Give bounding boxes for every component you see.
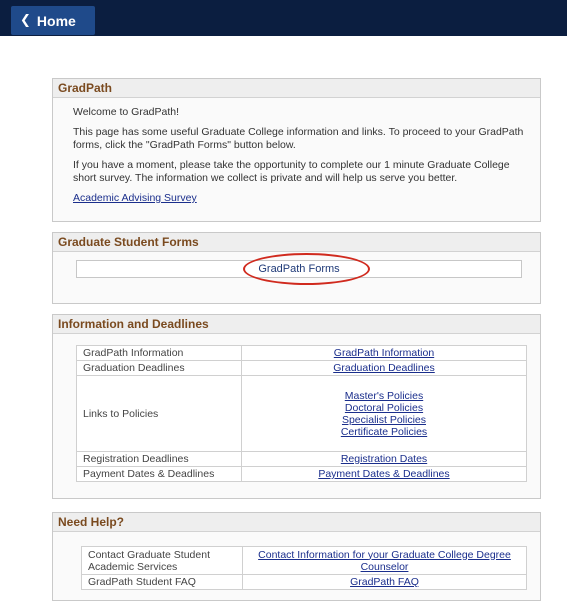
row-label-payment-dates-deadlines: Payment Dates & Deadlines: [76, 466, 242, 482]
information-deadlines-table: GradPath Information GradPath Informatio…: [76, 345, 527, 482]
doctoral-policies-link[interactable]: Doctoral Policies: [345, 402, 423, 414]
gradpath-faq-link[interactable]: GradPath FAQ: [350, 576, 419, 588]
row-label-graduation-deadlines: Graduation Deadlines: [76, 360, 242, 376]
table-row: Contact Graduate Student Academic Servic…: [81, 546, 527, 575]
information-deadlines-section: Information and Deadlines GradPath Infor…: [52, 314, 541, 499]
table-row: Graduation Deadlines Graduation Deadline…: [76, 360, 527, 376]
table-row: Registration Deadlines Registration Date…: [76, 451, 527, 467]
gradpath-section-title: GradPath: [53, 79, 540, 98]
row-label-student-faq: GradPath Student FAQ: [81, 574, 243, 590]
gradpath-section-body: Welcome to GradPath! This page has some …: [53, 98, 540, 205]
row-label-gradpath-information: GradPath Information: [76, 345, 242, 361]
gradpath-section: GradPath Welcome to GradPath! This page …: [52, 78, 541, 222]
payment-dates-deadlines-link[interactable]: Payment Dates & Deadlines: [318, 468, 449, 480]
welcome-text: Welcome to GradPath!: [73, 106, 180, 118]
specialist-policies-link[interactable]: Specialist Policies: [342, 414, 426, 426]
gradpath-forms-button[interactable]: GradPath Forms: [76, 260, 522, 278]
home-button[interactable]: ❮ Home: [11, 6, 95, 35]
table-row: GradPath Information GradPath Informatio…: [76, 345, 527, 361]
row-label-contact-services: Contact Graduate Student Academic Servic…: [81, 546, 243, 575]
registration-dates-link[interactable]: Registration Dates: [341, 453, 427, 465]
masters-policies-link[interactable]: Master's Policies: [345, 390, 423, 402]
row-label-links-to-policies: Links to Policies: [76, 375, 242, 452]
information-deadlines-title: Information and Deadlines: [53, 315, 540, 334]
graduate-student-forms-title: Graduate Student Forms: [53, 233, 540, 252]
certificate-policies-link[interactable]: Certificate Policies: [341, 426, 427, 438]
graduate-student-forms-section: Graduate Student Forms GradPath Forms: [52, 232, 541, 304]
top-nav-bar: ❮ Home: [0, 0, 567, 36]
survey-text: If you have a moment, please take the op…: [73, 159, 510, 184]
gradpath-information-link[interactable]: GradPath Information: [334, 347, 434, 359]
need-help-table: Contact Graduate Student Academic Servic…: [81, 546, 527, 590]
need-help-title: Need Help?: [53, 513, 540, 532]
need-help-section: Need Help? Contact Graduate Student Acad…: [52, 512, 541, 601]
contact-degree-counselor-link[interactable]: Contact Information for your Graduate Co…: [258, 549, 511, 573]
row-label-registration-deadlines: Registration Deadlines: [76, 451, 242, 467]
chevron-left-icon: ❮: [20, 11, 31, 27]
home-button-label: Home: [36, 12, 76, 29]
table-row: Links to Policies Master's Policies Doct…: [76, 375, 527, 452]
graduation-deadlines-link[interactable]: Graduation Deadlines: [333, 362, 435, 374]
table-row: Payment Dates & Deadlines Payment Dates …: [76, 466, 527, 482]
table-row: GradPath Student FAQ GradPath FAQ: [81, 574, 527, 590]
academic-advising-survey-link[interactable]: Academic Advising Survey: [73, 192, 197, 204]
intro-text: This page has some useful Graduate Colle…: [73, 126, 524, 151]
